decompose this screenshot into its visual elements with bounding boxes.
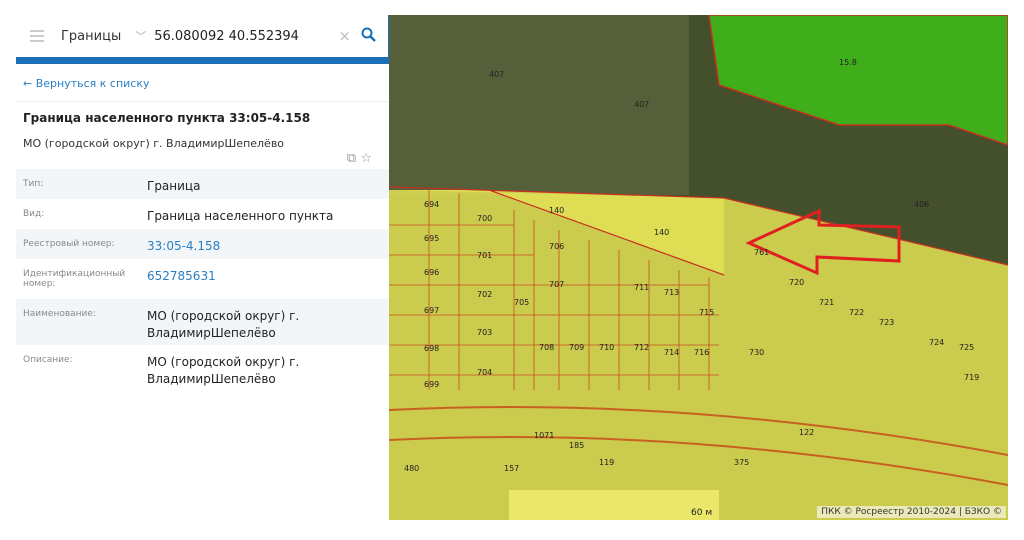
- parcel-label[interactable]: 705: [514, 298, 529, 307]
- property-label: Идентификационный номер:: [23, 269, 126, 289]
- property-label: Тип:: [23, 179, 44, 189]
- property-value: Граница: [147, 179, 201, 193]
- progress-bar: [16, 57, 390, 64]
- close-icon[interactable]: ×: [338, 27, 351, 45]
- search-input[interactable]: 56.080092 40.552394: [154, 29, 338, 44]
- parcel-label[interactable]: 697: [424, 306, 439, 315]
- parcel-label[interactable]: 761: [754, 248, 769, 257]
- chevron-down-icon[interactable]: ﹀: [135, 28, 146, 44]
- parcel-label[interactable]: 157: [504, 464, 519, 473]
- layer-select[interactable]: Границы: [61, 29, 121, 44]
- parcel-label[interactable]: 708: [539, 343, 554, 352]
- parcel-label[interactable]: 720: [789, 278, 804, 287]
- parcel-label[interactable]: 723: [879, 318, 894, 327]
- parcel-label[interactable]: 722: [849, 308, 864, 317]
- parcel-label[interactable]: 375: [734, 458, 749, 467]
- parcel-label[interactable]: 721: [819, 298, 834, 307]
- parcel-label[interactable]: 730: [749, 348, 764, 357]
- property-value: МО (городской округ) г. ВладимирШепелёво: [147, 355, 300, 386]
- parcel-label[interactable]: 704: [477, 368, 492, 377]
- parcel-label[interactable]: 716: [694, 348, 709, 357]
- parcel-label[interactable]: 700: [477, 214, 492, 223]
- parcel-label[interactable]: 119: [599, 458, 614, 467]
- object-subtitle: МО (городской округ) г. ВладимирШепелёво: [23, 137, 285, 150]
- green-zone-label: 15.8: [839, 58, 857, 67]
- search-icon[interactable]: [361, 27, 376, 46]
- parcel-label[interactable]: 712: [634, 343, 649, 352]
- parcel-label[interactable]: 725: [959, 343, 974, 352]
- parcel-label[interactable]: 701: [477, 251, 492, 260]
- parcel-label[interactable]: 724: [929, 338, 944, 347]
- parcel-label[interactable]: 699: [424, 380, 439, 389]
- parcel-label[interactable]: 407: [489, 70, 504, 79]
- property-row: Вид: Граница населенного пункта: [16, 199, 390, 229]
- parcel-label[interactable]: 696: [424, 268, 439, 277]
- property-label: Наименование:: [23, 309, 96, 319]
- properties-table: Тип: Граница Вид: Граница населенного пункт…: [16, 169, 390, 391]
- property-row: Тип: Граница: [16, 169, 390, 199]
- parcel-label[interactable]: 714: [664, 348, 679, 357]
- object-title: Граница населенного пункта 33:05-4.158: [23, 111, 311, 125]
- property-value[interactable]: 33:05-4.158: [147, 229, 390, 259]
- parcel-label[interactable]: 711: [634, 283, 649, 292]
- map[interactable]: 15.8 407 407 140 140 406 694 695 696 697 698 699 70…: [389, 15, 1008, 520]
- property-row: Реестровый номер: 33:05-4.158: [16, 229, 390, 259]
- search-bar: Границы ﹀ 56.080092 40.552394 ×: [16, 15, 390, 57]
- property-label: Описание:: [23, 355, 73, 365]
- parcel-label[interactable]: 694: [424, 200, 439, 209]
- parcel-label[interactable]: 719: [964, 373, 979, 382]
- parcel-label[interactable]: 185: [569, 441, 584, 450]
- property-value[interactable]: 652785631: [147, 259, 390, 299]
- attribution: ПКК © Росреестр 2010-2024 | БЗКО ©: [817, 506, 1006, 518]
- property-label: Реестровый номер:: [23, 239, 115, 249]
- parcel-label[interactable]: 702: [477, 290, 492, 299]
- property-value: Граница населенного пункта: [147, 209, 334, 223]
- property-row: Описание: МО (городской округ) г. Владими…: [16, 345, 390, 391]
- star-icon[interactable]: ☆: [360, 151, 372, 166]
- back-link[interactable]: ← Вернуться к списку: [16, 64, 390, 102]
- property-value: МО (городской округ) г. ВладимирШепелёво: [147, 309, 300, 340]
- menu-icon[interactable]: [30, 27, 44, 45]
- parcel-label[interactable]: 695: [424, 234, 439, 243]
- parcel-label[interactable]: 407: [634, 100, 649, 109]
- parcel-label[interactable]: 140: [549, 206, 564, 215]
- parcel-label[interactable]: 710: [599, 343, 614, 352]
- parcel-label[interactable]: 703: [477, 328, 492, 337]
- property-label: Вид:: [23, 209, 45, 219]
- parcel-label[interactable]: 715: [699, 308, 714, 317]
- parcel-label[interactable]: 706: [549, 242, 564, 251]
- parcel-label[interactable]: 709: [569, 343, 584, 352]
- zoom-to-icon[interactable]: ⧉: [347, 151, 356, 166]
- parcel-label[interactable]: 480: [404, 464, 419, 473]
- parcel-label[interactable]: 140: [654, 228, 669, 237]
- scale-label: 60 м: [691, 508, 712, 518]
- parcel-label[interactable]: 698: [424, 344, 439, 353]
- parcel-label[interactable]: 1071: [534, 431, 554, 440]
- property-row: Наименование: МО (городской округ) г. Вла…: [16, 299, 390, 345]
- property-row: Идентификационный номер: 652785631: [16, 259, 390, 299]
- parcel-label[interactable]: 122: [799, 428, 814, 437]
- side-panel: Границы ﹀ 56.080092 40.552394 × ← Вернут…: [16, 15, 390, 520]
- parcel-label[interactable]: 707: [549, 280, 564, 289]
- parcel-label[interactable]: 406: [914, 200, 929, 209]
- parcel-label[interactable]: 713: [664, 288, 679, 297]
